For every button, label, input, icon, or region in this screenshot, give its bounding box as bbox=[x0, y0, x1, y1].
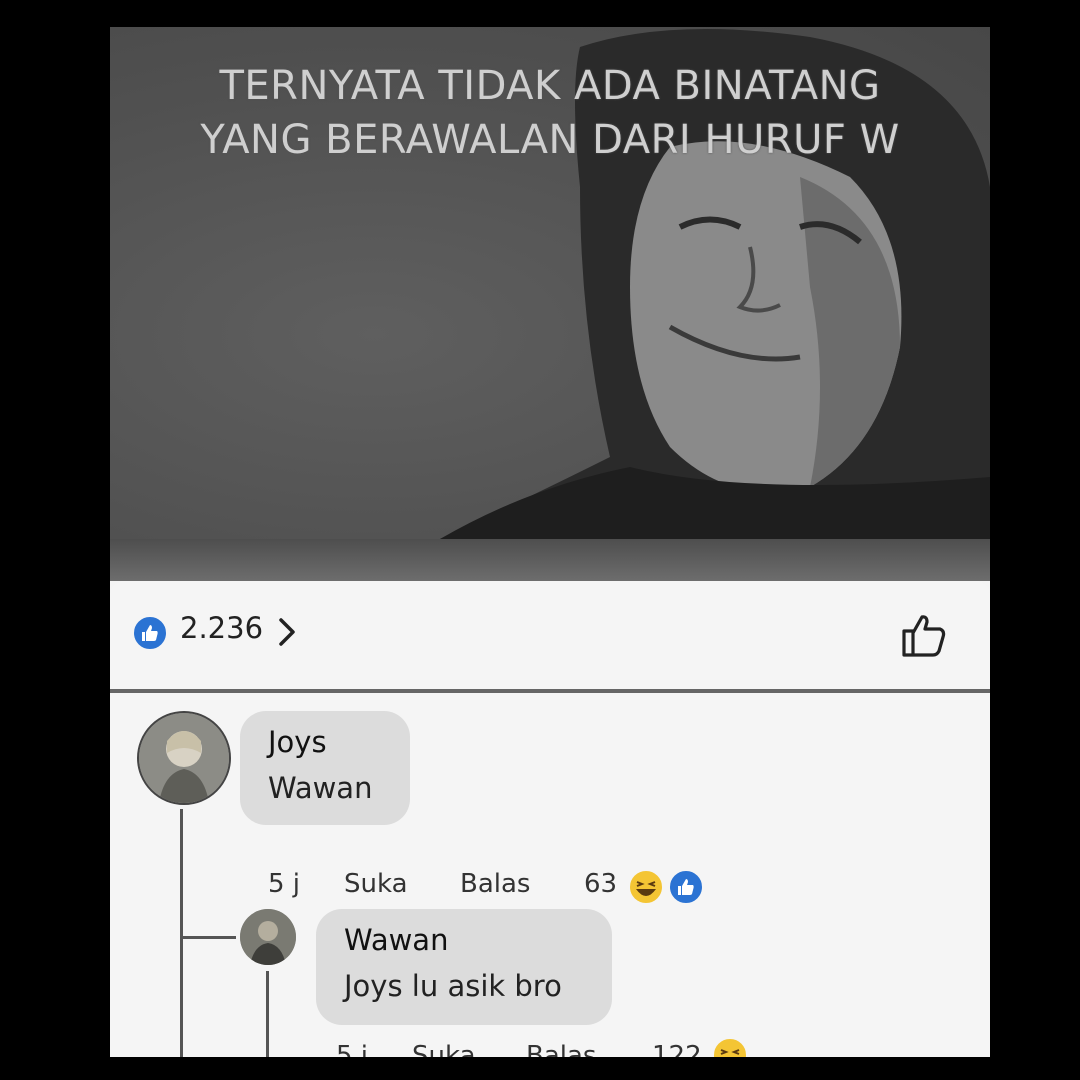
reaction-count[interactable]: 2.236 bbox=[180, 611, 263, 645]
comment-bubble[interactable]: Wawan Joys lu asik bro bbox=[316, 909, 612, 1025]
comment-text: Wawan bbox=[268, 771, 373, 805]
reply-button[interactable]: Balas bbox=[460, 869, 530, 899]
divider bbox=[110, 689, 990, 693]
like-comment-button[interactable]: Suka bbox=[344, 869, 408, 899]
commenter-name[interactable]: Joys bbox=[268, 725, 327, 759]
like-comment-button[interactable]: Suka bbox=[412, 1041, 476, 1057]
haha-reaction-icon bbox=[712, 1037, 748, 1057]
meme-caption-line-2: YANG BERAWALAN DARI HURUF W bbox=[200, 117, 900, 163]
thread-line-reply bbox=[266, 971, 269, 1057]
comment-time: 5 j bbox=[336, 1041, 369, 1057]
comment-bubble[interactable]: Joys Wawan bbox=[240, 711, 410, 825]
post-image[interactable]: TERNYATA TIDAK ADA BINATANG YANG BERAWAL… bbox=[110, 27, 990, 539]
comment-reaction-count[interactable]: 122 bbox=[652, 1041, 702, 1057]
comment-time: 5 j bbox=[268, 869, 301, 899]
like-button-icon[interactable] bbox=[900, 611, 948, 659]
avatar[interactable] bbox=[240, 909, 296, 965]
avatar[interactable] bbox=[137, 711, 231, 805]
like-reaction-icon bbox=[668, 869, 704, 905]
chevron-right-icon[interactable] bbox=[278, 617, 296, 647]
comment-text: Joys lu asik bro bbox=[344, 969, 562, 1003]
like-reaction-icon bbox=[132, 615, 168, 651]
reply-button[interactable]: Balas bbox=[526, 1041, 596, 1057]
comments-sheet: 2.236 Joys Wawan 5 j Suka Balas 63 Wawan… bbox=[110, 581, 990, 1057]
haha-reaction-icon bbox=[628, 869, 664, 905]
image-bottom-edge bbox=[110, 539, 990, 581]
commenter-name[interactable]: Wawan bbox=[344, 923, 448, 957]
reaction-summary-bar[interactable]: 2.236 bbox=[110, 581, 990, 691]
thread-line-branch bbox=[180, 936, 236, 939]
comment-reaction-count[interactable]: 63 bbox=[584, 869, 617, 899]
thread-line bbox=[180, 809, 183, 1057]
screenshot-frame: TERNYATA TIDAK ADA BINATANG YANG BERAWAL… bbox=[110, 27, 990, 1057]
meme-caption-line-1: TERNYATA TIDAK ADA BINATANG bbox=[219, 63, 881, 109]
